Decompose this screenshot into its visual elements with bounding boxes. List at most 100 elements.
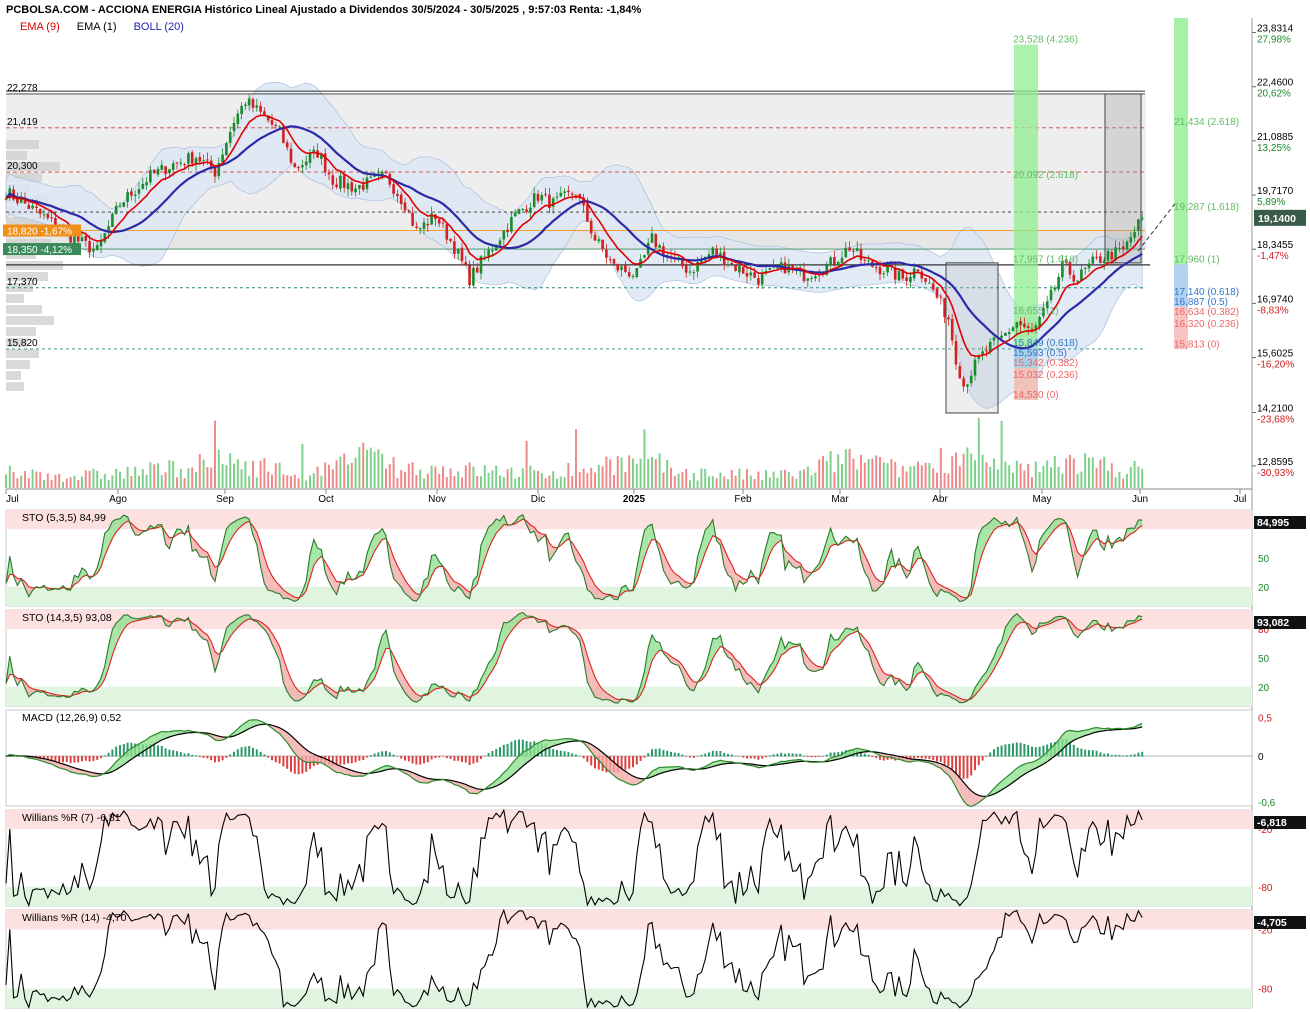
volume-profile-bar: [6, 305, 42, 314]
volume-bar: [252, 460, 254, 488]
volume-bar: [62, 481, 64, 488]
macd-histogram-bar: [263, 754, 266, 757]
fib-label: 15,032 (0.236): [1013, 370, 1078, 381]
volume-bar: [141, 469, 144, 488]
candle-body: [304, 161, 308, 166]
candle-body: [852, 250, 855, 252]
volume-bar: [803, 469, 805, 488]
macd-histogram-bar: [210, 756, 213, 761]
volume-bar: [354, 457, 357, 488]
macd-histogram-bar: [183, 753, 186, 757]
candle-body: [973, 359, 977, 376]
volume-bar: [423, 478, 425, 488]
panel-tick: -0,6: [1258, 798, 1276, 809]
volume-bar: [400, 470, 403, 488]
volume-bar: [255, 477, 258, 488]
candle-body: [50, 217, 53, 219]
fib-label: 23,528 (4.236): [1013, 35, 1078, 46]
panel-tick: -80: [1258, 883, 1273, 894]
volume-bar: [905, 471, 908, 488]
volume-bar: [499, 475, 501, 488]
candle-body: [407, 210, 411, 212]
candle-body: [1057, 276, 1060, 289]
volume-bar: [571, 475, 574, 488]
volume-bar: [274, 463, 277, 488]
right-axis-label: 16,9740: [1257, 294, 1294, 305]
volume-bar: [673, 475, 676, 488]
candle-body: [529, 207, 532, 213]
macd-histogram-bar: [404, 756, 406, 761]
macd-histogram-bar: [932, 756, 935, 760]
volume-bar: [544, 478, 547, 488]
volume-bar: [810, 475, 813, 488]
candle-body: [415, 226, 418, 228]
macd-histogram-bar: [719, 751, 722, 757]
candle-body: [848, 247, 851, 251]
macd-histogram-bar: [673, 752, 676, 757]
volume-bar: [244, 461, 247, 488]
volume-bar: [263, 458, 266, 488]
candle-body: [498, 240, 502, 246]
price-tag-label: 18,820 -1,67%: [7, 226, 72, 237]
macd-histogram-bar: [1034, 747, 1037, 757]
candle-body: [411, 212, 414, 226]
volume-bar: [757, 471, 760, 488]
volume-profile-bar: [6, 151, 27, 160]
candle-body: [992, 337, 996, 341]
macd-histogram-bar: [1137, 752, 1140, 757]
volume-bar: [894, 461, 897, 488]
volume-bar: [312, 473, 315, 488]
candle-body: [301, 165, 304, 168]
macd-histogram-bar: [696, 756, 699, 757]
volume-bar: [111, 475, 114, 488]
volume-bar: [164, 472, 167, 488]
volume-bar: [430, 465, 433, 488]
candle-body: [905, 277, 908, 281]
volume-bar: [875, 455, 878, 488]
candle-body: [225, 143, 228, 156]
macd-histogram-bar: [746, 756, 748, 759]
candle-body: [692, 272, 696, 274]
macd-histogram-bar: [236, 749, 239, 757]
volume-bar: [613, 475, 615, 488]
macd-histogram-bar: [723, 752, 726, 757]
macd-histogram-bar: [1129, 754, 1132, 757]
candle-body: [171, 163, 175, 170]
macd-histogram-bar: [635, 756, 638, 765]
candle-body: [950, 318, 954, 341]
overbought-zone: [6, 510, 1252, 530]
volume-bar: [290, 476, 292, 488]
last-price-label: 19,1400: [1258, 213, 1296, 225]
volume-bar: [1057, 466, 1060, 488]
volume-bar: [985, 462, 988, 488]
macd-histogram-bar: [829, 752, 832, 757]
volume-bar: [563, 477, 566, 488]
candle-body: [559, 192, 563, 197]
macd-histogram-bar: [502, 744, 505, 757]
volume-bar: [605, 456, 608, 488]
macd-histogram-bar: [943, 756, 946, 765]
candle-body: [886, 266, 889, 273]
macd-histogram-bar: [913, 756, 916, 759]
volume-bar: [388, 464, 391, 488]
volume-bar: [609, 459, 612, 488]
time-label: Mar: [831, 494, 849, 505]
macd-histogram-bar: [506, 743, 509, 757]
macd-histogram-bar: [468, 756, 471, 766]
macd-histogram-bar: [1133, 754, 1136, 757]
fib-label: 17,960 (1): [1174, 254, 1220, 265]
macd-histogram-bar: [1114, 754, 1117, 757]
candle-body: [95, 245, 99, 250]
macd-histogram-bar: [1141, 751, 1144, 757]
macd-histogram-bar: [784, 753, 786, 757]
volume-bar: [704, 468, 707, 488]
right-axis-label: 14,2100: [1257, 404, 1294, 415]
right-axis-label: 15,6025: [1257, 349, 1294, 360]
macd-histogram-bar: [643, 756, 646, 758]
volume-bar: [35, 471, 38, 488]
volume-bar: [742, 479, 745, 488]
volume-bar: [586, 473, 589, 488]
volume-bar: [898, 477, 900, 488]
candle-body: [863, 259, 867, 261]
macd-histogram-bar: [708, 752, 710, 757]
